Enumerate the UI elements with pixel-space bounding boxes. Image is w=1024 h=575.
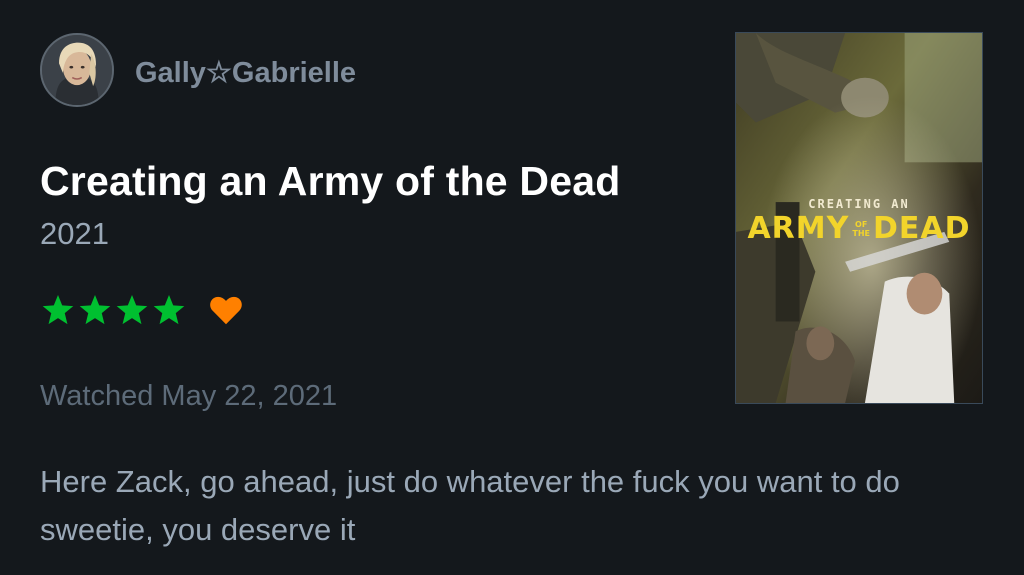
poster-top-line: CREATING AN	[808, 197, 910, 211]
poster-of-the: OF THE	[852, 220, 870, 238]
heart-icon	[210, 296, 242, 325]
star-icon	[116, 295, 148, 325]
username[interactable]: Gally☆Gabrielle	[135, 55, 356, 90]
poster-dead: DEAD	[873, 211, 971, 246]
star-icon	[42, 295, 74, 325]
avatar-image	[42, 35, 112, 105]
poster-the: THE	[852, 229, 870, 238]
poster-title: ARMY OF THE DEAD	[736, 213, 982, 245]
avatar[interactable]	[40, 33, 114, 107]
poster-of: OF	[855, 220, 868, 229]
film-poster[interactable]: CREATING AN ARMY OF THE DEAD	[735, 32, 983, 404]
star-icon	[79, 295, 111, 325]
watched-date: Watched May 22, 2021	[40, 380, 338, 412]
poster-army: ARMY	[747, 211, 850, 246]
review-text: Here Zack, go ahead, just do whatever th…	[40, 464, 900, 547]
rating-row	[40, 290, 244, 330]
star-icon	[153, 295, 185, 325]
film-year[interactable]: 2021	[40, 216, 109, 252]
film-title[interactable]: Creating an Army of the Dead	[40, 158, 620, 205]
